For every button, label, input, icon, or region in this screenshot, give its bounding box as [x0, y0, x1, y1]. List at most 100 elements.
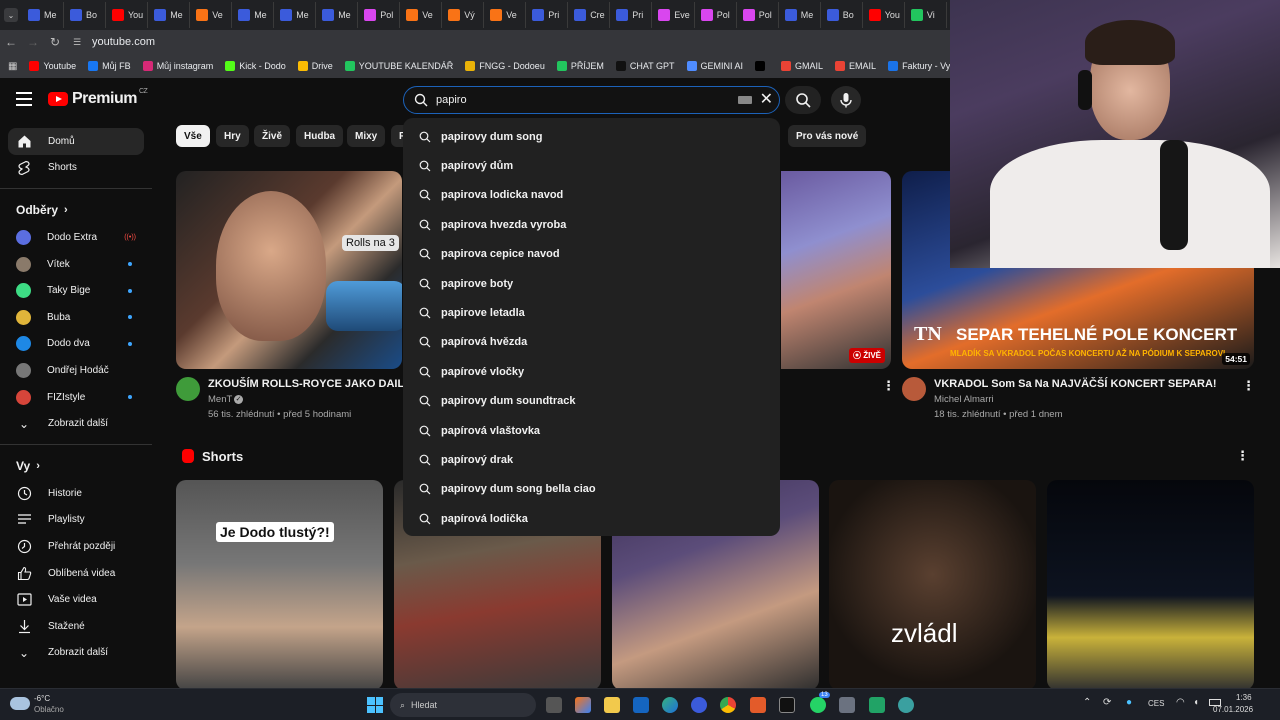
file-explorer-icon[interactable]	[604, 697, 620, 713]
search-suggestion[interactable]: papírová lodička	[403, 504, 780, 533]
channel-name[interactable]: Michel Almarri	[934, 394, 994, 405]
chip-1[interactable]: Hry	[216, 125, 249, 147]
whatsapp-icon[interactable]	[810, 697, 826, 713]
video-thumbnail[interactable]: ⦿ ŽIVĚ	[781, 171, 891, 369]
channel-name[interactable]: MenT	[208, 394, 232, 405]
back-icon[interactable]: ←	[0, 35, 22, 49]
video-thumbnail[interactable]: Rolls na 3	[176, 171, 402, 369]
copilot-icon[interactable]	[575, 697, 591, 713]
site-info-icon[interactable]: ☰	[66, 37, 88, 48]
chip-3[interactable]: Hudba	[296, 125, 344, 147]
wifi-icon[interactable]: ◠	[1176, 697, 1185, 708]
search-suggestion[interactable]: papirovy dum song	[403, 122, 780, 151]
search-input[interactable]: papiro	[436, 94, 738, 106]
edge-icon[interactable]	[662, 697, 678, 713]
browser-tab[interactable]: Eve	[654, 2, 695, 28]
channel-avatar[interactable]	[902, 377, 926, 401]
bookmark-item[interactable]: Drive	[297, 61, 333, 71]
bookmark-item[interactable]: GEMINI AI	[686, 61, 743, 71]
browser-tab[interactable]: Bo	[823, 2, 863, 28]
chip-0[interactable]: Vše	[176, 125, 210, 147]
voice-search-button[interactable]	[831, 86, 861, 114]
browser-tab[interactable]: Cre	[570, 2, 611, 28]
url-text[interactable]: youtube.com	[92, 36, 155, 48]
browser-tab[interactable]: Me	[150, 2, 191, 28]
browser-tab[interactable]: Me	[234, 2, 275, 28]
tray-sync-icon[interactable]: ⟳	[1103, 697, 1111, 708]
language-indicator[interactable]: CES	[1148, 699, 1164, 708]
show-more-subscriptions[interactable]: ⌄ Zobrazit další	[0, 410, 152, 437]
browser-tab[interactable]: You	[865, 2, 905, 28]
browser-tab[interactable]: Vý	[444, 2, 485, 28]
search-box[interactable]: papiro ✕	[403, 86, 780, 114]
browser-tab[interactable]: Pol	[697, 2, 737, 28]
bookmark-item[interactable]: Faktury - Vytváření	[888, 61, 950, 71]
tray-chevron-icon[interactable]: ⌃	[1083, 697, 1091, 708]
bookmark-item[interactable]: FNGG - Dodoeu	[465, 61, 545, 71]
search-suggestion[interactable]: papirova hvezda vyroba	[403, 210, 780, 239]
browser-tab[interactable]: Bo	[66, 2, 106, 28]
bookmark-item[interactable]	[755, 61, 769, 71]
volume-icon[interactable]: ◖	[1193, 697, 1199, 708]
chrome-icon[interactable]	[720, 697, 736, 713]
sidebar-item-shorts[interactable]: Shorts	[0, 155, 152, 182]
search-button[interactable]	[785, 86, 821, 114]
browser-tab[interactable]: Me	[781, 2, 821, 28]
browser-tab[interactable]: Ve	[192, 2, 233, 28]
clock-time[interactable]: 1:36	[1236, 693, 1252, 702]
you-heading[interactable]: Vy ›	[0, 452, 152, 480]
search-suggestion[interactable]: papírový dům	[403, 151, 780, 180]
browser-tab[interactable]: Pri	[612, 2, 653, 28]
short-thumbnail[interactable]: zvládl	[829, 480, 1036, 690]
spreadsheet-icon[interactable]	[869, 697, 885, 713]
sidebar-item-download[interactable]: Stažené	[0, 613, 152, 640]
sidebar-subscription[interactable]: Ondřej Hodáč	[0, 357, 152, 384]
sidebar-item-history[interactable]: Historie	[0, 480, 152, 507]
channel-avatar[interactable]	[176, 377, 200, 401]
apps-grid-icon[interactable]: ▦	[8, 61, 17, 72]
globe-icon[interactable]	[898, 697, 914, 713]
search-suggestion[interactable]: papirovy dum soundtrack	[403, 387, 780, 416]
meta-icon[interactable]	[691, 697, 707, 713]
search-suggestion[interactable]: papirove boty	[403, 269, 780, 298]
bookmark-item[interactable]: Můj FB	[88, 61, 131, 71]
browser-tab[interactable]: Me	[276, 2, 317, 28]
browser-tab[interactable]: You	[108, 2, 149, 28]
taskbar-search[interactable]: ⌕ Hledat	[390, 693, 536, 717]
video-title[interactable]: ZKOUŠÍM ROLLS-ROYCE JAKO DAILY!	[208, 378, 414, 390]
clock-date[interactable]: 07.01.2026	[1213, 705, 1253, 714]
app-icon[interactable]	[750, 697, 766, 713]
bookmark-item[interactable]: Můj instagram	[142, 61, 213, 71]
bookmark-item[interactable]: PŘÍJEM	[556, 61, 604, 71]
youtube-logo[interactable]: Premium CZ	[48, 88, 148, 108]
sidebar-item-clock[interactable]: Přehrát později	[0, 533, 152, 560]
bookmark-item[interactable]: EMAIL	[835, 61, 876, 71]
sidebar-item-playlist[interactable]: Playlisty	[0, 507, 152, 534]
bookmark-item[interactable]: CHAT GPT	[615, 61, 675, 71]
browser-tab[interactable]: Pol	[360, 2, 401, 28]
sidebar-subscription[interactable]: Buba	[0, 304, 152, 331]
sidebar-item-like[interactable]: Oblíbená videa	[0, 560, 152, 587]
reload-icon[interactable]: ↻	[44, 35, 66, 49]
search-suggestion[interactable]: papirova cepice navod	[403, 240, 780, 269]
search-suggestion[interactable]: papirovy dum song bella ciao	[403, 475, 780, 504]
browser-tab[interactable]: Ve	[402, 2, 443, 28]
show-more-you[interactable]: ⌄ Zobrazit další	[0, 640, 152, 667]
sidebar-item-home[interactable]: Domů	[8, 128, 144, 155]
search-suggestion[interactable]: papírová vlaštovka	[403, 416, 780, 445]
sidebar-subscription[interactable]: Vítek	[0, 251, 152, 278]
search-suggestion[interactable]: papírový drak	[403, 445, 780, 474]
outlook-icon[interactable]	[633, 697, 649, 713]
tray-microphone-icon[interactable]: ●	[1126, 697, 1132, 708]
chip-2[interactable]: Živě	[254, 125, 291, 147]
chip-6[interactable]: Pro vás nové	[788, 125, 867, 147]
task-view-icon[interactable]	[546, 697, 562, 713]
tab-search-chevron-icon[interactable]: ⌄	[4, 8, 18, 22]
sidebar-subscription[interactable]: Taky Bige	[0, 277, 152, 304]
browser-tab[interactable]: Vi	[907, 2, 947, 28]
browser-tab[interactable]: Me	[318, 2, 359, 28]
video-title[interactable]: VKRADOL Som Sa Na NAJVÄČŠÍ KONCERT SEPAR…	[934, 378, 1217, 390]
bookmark-item[interactable]: GMAIL	[781, 61, 823, 71]
browser-tab[interactable]: Pri	[528, 2, 569, 28]
shorts-more-icon[interactable]: ⋮	[1236, 448, 1249, 464]
